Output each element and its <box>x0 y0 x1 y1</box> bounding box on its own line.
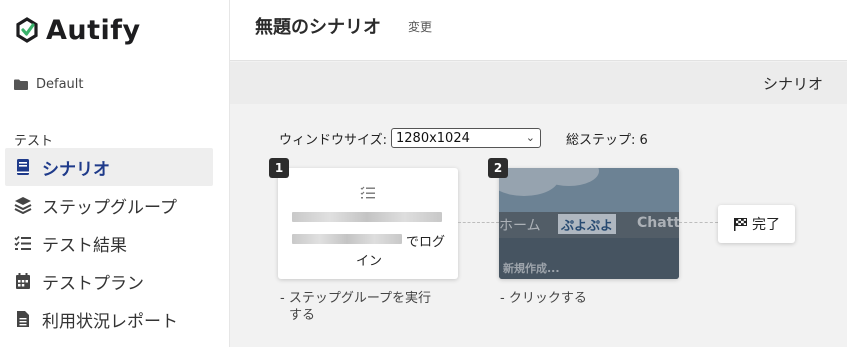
chevron-down-icon: ⌄ <box>525 131 535 144</box>
folder-icon <box>14 79 28 90</box>
page-header: 無題のシナリオ 変更 <box>230 0 847 61</box>
scenario-tab-bar: シナリオ <box>230 62 847 104</box>
step-text: でログ <box>406 235 446 250</box>
main-content: 無題のシナリオ 変更 シナリオ ウィンドウサイズ: 1280x1024 ⌄ 総ス… <box>229 0 847 347</box>
step-connector <box>458 222 499 223</box>
calendar-icon <box>16 273 30 289</box>
sidebar-item-test-plans[interactable]: テストプラン <box>5 262 213 300</box>
autify-logo[interactable]: Autify <box>14 14 141 46</box>
sidebar-item-test-results[interactable]: テスト結果 <box>5 224 213 262</box>
step-description: - クリックする <box>500 291 587 306</box>
step-text-line2: イン <box>356 254 383 269</box>
step-description: - ステップグループを実行 する <box>280 290 431 324</box>
step-description-line1: - ステップグループを実行 <box>280 291 432 306</box>
autify-logo-icon <box>16 17 38 43</box>
screenshot-dim-overlay <box>499 168 679 279</box>
section-label-test: テスト <box>14 134 54 149</box>
checklist-icon <box>14 235 31 250</box>
step-connector <box>679 222 718 223</box>
project-selector[interactable]: Default <box>14 77 84 92</box>
total-steps: 総ステップ: 6 <box>566 132 648 148</box>
window-size-select[interactable]: 1280x1024 ⌄ <box>391 128 541 148</box>
redacted-text <box>292 212 442 222</box>
step-group-icon <box>360 186 375 199</box>
finish-card[interactable]: 完了 <box>718 205 795 243</box>
step-card-step-group[interactable]: でログ イン <box>278 168 458 279</box>
step-card-click[interactable]: ホーム ぷよぷよ Chatt 新規作成... <box>499 168 679 279</box>
tab-scenario[interactable]: シナリオ <box>763 73 823 94</box>
step-description-line2: する <box>289 308 316 323</box>
layers-icon <box>14 197 32 214</box>
sidebar-item-step-groups[interactable]: ステップグループ <box>5 186 213 224</box>
sidebar-item-label: テストプラン <box>42 273 144 294</box>
book-icon <box>17 159 29 175</box>
sidebar-item-label: 利用状況レポート <box>42 311 178 332</box>
document-icon <box>17 311 29 327</box>
sidebar-item-usage-report[interactable]: 利用状況レポート <box>5 300 213 338</box>
page-title: 無題のシナリオ <box>255 17 381 38</box>
edit-title-link[interactable]: 変更 <box>408 18 432 35</box>
sidebar-item-label: テスト結果 <box>42 235 127 256</box>
checkered-flag-icon <box>734 218 747 231</box>
step-number-badge: 1 <box>269 158 289 178</box>
sidebar-item-scenarios[interactable]: シナリオ <box>5 148 213 186</box>
window-size-label: ウィンドウサイズ: <box>279 132 387 148</box>
sidebar-nav: シナリオ ステップグループ テスト結果 テストプラン 利用状況レポート <box>5 148 213 338</box>
sidebar: Autify Default テスト シナリオ ステップグループ テスト結果 テ… <box>0 0 229 347</box>
sidebar-item-label: ステップグループ <box>42 197 177 218</box>
step-number-badge: 2 <box>488 158 508 178</box>
project-name: Default <box>36 77 84 92</box>
window-size-value: 1280x1024 <box>396 130 470 146</box>
sidebar-item-label: シナリオ <box>42 159 110 180</box>
redacted-text <box>292 234 402 244</box>
brand-name: Autify <box>46 14 141 46</box>
scenario-controls: ウィンドウサイズ: 1280x1024 ⌄ 総ステップ: 6 <box>279 128 648 148</box>
finish-label: 完了 <box>752 217 780 233</box>
